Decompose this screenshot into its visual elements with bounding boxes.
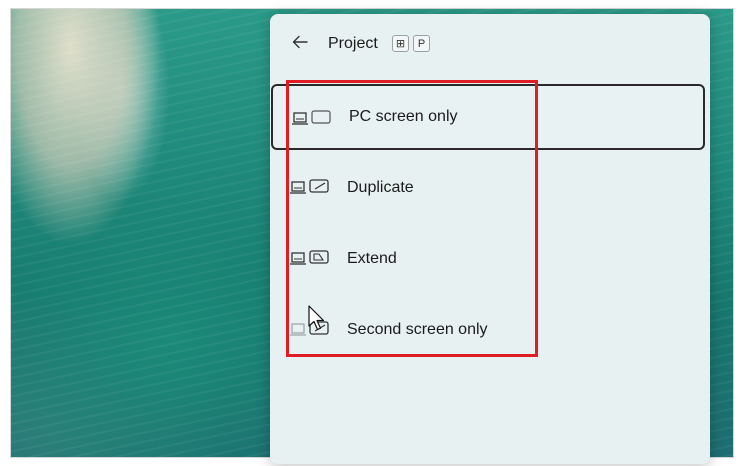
- project-flyout: Project ⊞ P PC screen only Duplicate Ext…: [270, 14, 710, 464]
- back-button[interactable]: [286, 28, 314, 56]
- option-pc-screen-only[interactable]: PC screen only: [271, 84, 705, 150]
- option-duplicate[interactable]: Duplicate: [271, 155, 705, 221]
- pc-screen-only-icon: [292, 110, 331, 125]
- extend-icon: [290, 250, 329, 265]
- windows-key-badge: ⊞: [392, 35, 409, 52]
- option-label: PC screen only: [349, 108, 458, 125]
- option-label: Second screen only: [347, 321, 488, 338]
- flyout-header: Project ⊞ P: [270, 14, 710, 76]
- option-label: Duplicate: [347, 179, 414, 196]
- mouse-cursor-icon: [308, 305, 325, 331]
- option-second-screen-only[interactable]: Second screen only: [271, 297, 705, 363]
- p-key-badge: P: [413, 35, 430, 52]
- duplicate-icon: [290, 179, 329, 194]
- option-label: Extend: [347, 250, 397, 267]
- arrow-left-icon: [292, 35, 308, 49]
- option-extend[interactable]: Extend: [271, 226, 705, 292]
- page-title: Project: [328, 35, 378, 52]
